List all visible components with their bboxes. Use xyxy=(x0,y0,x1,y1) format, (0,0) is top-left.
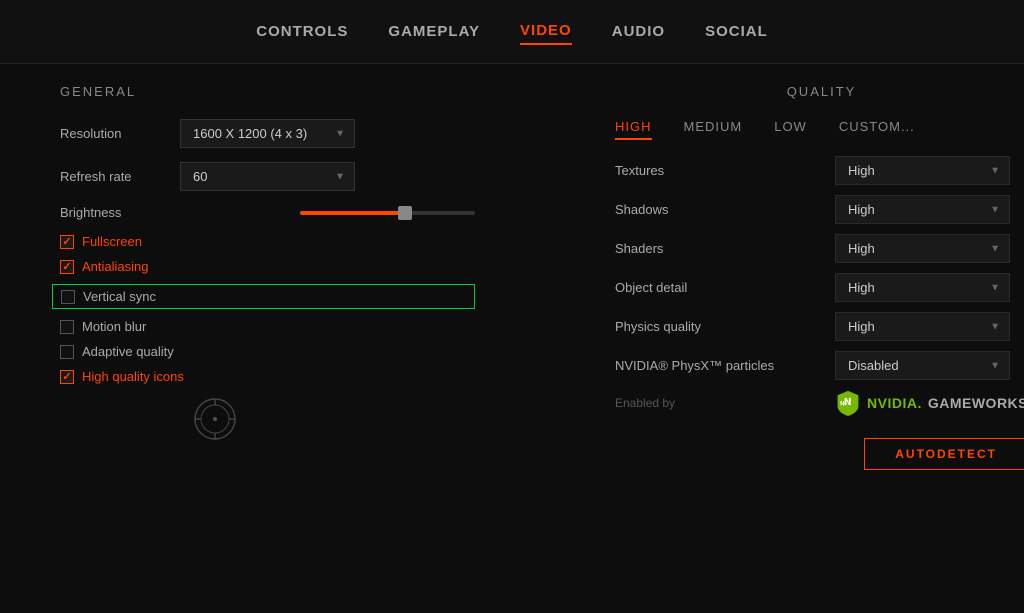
nav-item-gameplay[interactable]: GAMEPLAY xyxy=(388,19,480,44)
fullscreen-checkbox-row[interactable]: ✓ Fullscreen xyxy=(60,234,475,249)
nvidia-physx-dropdown-wrapper: DisabledEnabled ▼ xyxy=(835,351,1010,380)
object-detail-row: Object detail HighMediumLow ▼ xyxy=(615,273,1024,302)
fullscreen-checkbox[interactable]: ✓ xyxy=(60,235,74,249)
svg-text:N: N xyxy=(840,402,844,408)
nav-item-controls[interactable]: CONTROLS xyxy=(256,19,348,44)
high-quality-icons-checkbox[interactable]: ✓ xyxy=(60,370,74,384)
object-detail-dropdown[interactable]: HighMediumLow xyxy=(835,273,1010,302)
physics-quality-label: Physics quality xyxy=(615,319,835,334)
shaders-row: Shaders HighMediumLow ▼ xyxy=(615,234,1024,263)
fullscreen-label: Fullscreen xyxy=(82,234,142,249)
physics-quality-dropdown-wrapper: HighMediumLow ▼ xyxy=(835,312,1010,341)
shaders-dropdown[interactable]: HighMediumLow xyxy=(835,234,1010,263)
main-content: GENERAL Resolution 1600 X 1200 (4 x 3) 1… xyxy=(0,64,1024,613)
motion-blur-label: Motion blur xyxy=(82,319,146,334)
textures-dropdown-wrapper: HighMediumLow ▼ xyxy=(835,156,1010,185)
resolution-dropdown-wrapper: 1600 X 1200 (4 x 3) 1920 X 1080 (16 x 9)… xyxy=(180,119,355,148)
high-quality-icons-check-icon: ✓ xyxy=(62,370,71,383)
brightness-fill xyxy=(300,211,405,215)
resolution-row: Resolution 1600 X 1200 (4 x 3) 1920 X 10… xyxy=(60,119,475,148)
refresh-rate-row: Refresh rate 60 120 144 ▼ xyxy=(60,162,475,191)
object-detail-dropdown-wrapper: HighMediumLow ▼ xyxy=(835,273,1010,302)
physics-quality-row: Physics quality HighMediumLow ▼ xyxy=(615,312,1024,341)
vertical-sync-checkbox-row[interactable]: Vertical sync xyxy=(52,284,475,309)
autodetect-button[interactable]: AUTODETECT xyxy=(864,438,1024,470)
antialiasing-label: Antialiasing xyxy=(82,259,149,274)
enabled-by-label: Enabled by xyxy=(615,396,835,410)
brightness-row: Brightness xyxy=(60,205,475,220)
shadows-dropdown-wrapper: HighMediumLow ▼ xyxy=(835,195,1010,224)
nvidia-physx-row: NVIDIA® PhysX™ particles DisabledEnabled… xyxy=(615,351,1024,380)
top-navigation: CONTROLS GAMEPLAY VIDEO AUDIO SOCIAL xyxy=(0,0,1024,64)
shaders-dropdown-wrapper: HighMediumLow ▼ xyxy=(835,234,1010,263)
high-quality-icons-label: High quality icons xyxy=(82,369,184,384)
crosshair-icon xyxy=(190,394,475,447)
shadows-row: Shadows HighMediumLow ▼ xyxy=(615,195,1024,224)
general-title: GENERAL xyxy=(60,84,475,99)
vertical-sync-label: Vertical sync xyxy=(83,289,156,304)
adaptive-quality-checkbox-row[interactable]: Adaptive quality xyxy=(60,344,475,359)
antialiasing-check-icon: ✓ xyxy=(62,260,71,273)
antialiasing-checkbox[interactable]: ✓ xyxy=(60,260,74,274)
refresh-rate-dropdown[interactable]: 60 120 144 xyxy=(180,162,355,191)
brightness-thumb[interactable] xyxy=(398,206,412,220)
nvidia-logo: N NVIDIA. GAMEWORKS xyxy=(835,390,1024,416)
nvidia-physx-label: NVIDIA® PhysX™ particles xyxy=(615,358,835,373)
fullscreen-check-icon: ✓ xyxy=(62,235,71,248)
nvidia-physx-dropdown[interactable]: DisabledEnabled xyxy=(835,351,1010,380)
quality-tab-medium[interactable]: MEDIUM xyxy=(684,119,743,140)
object-detail-label: Object detail xyxy=(615,280,835,295)
general-panel: GENERAL Resolution 1600 X 1200 (4 x 3) 1… xyxy=(60,84,475,593)
adaptive-quality-checkbox[interactable] xyxy=(60,345,74,359)
quality-tab-custom[interactable]: CUSTOM... xyxy=(839,119,915,140)
refresh-rate-label: Refresh rate xyxy=(60,169,180,184)
textures-dropdown[interactable]: HighMediumLow xyxy=(835,156,1010,185)
brightness-slider[interactable] xyxy=(300,211,475,215)
quality-tabs: HIGH MEDIUM LOW CUSTOM... xyxy=(615,119,1024,140)
nav-item-video[interactable]: VIDEO xyxy=(520,18,572,45)
nav-item-audio[interactable]: AUDIO xyxy=(612,19,665,44)
resolution-dropdown[interactable]: 1600 X 1200 (4 x 3) 1920 X 1080 (16 x 9)… xyxy=(180,119,355,148)
physics-quality-dropdown[interactable]: HighMediumLow xyxy=(835,312,1010,341)
shadows-label: Shadows xyxy=(615,202,835,217)
textures-row: Textures HighMediumLow ▼ xyxy=(615,156,1024,185)
adaptive-quality-label: Adaptive quality xyxy=(82,344,174,359)
gameworks-brand-text: GAMEWORKS xyxy=(928,395,1024,411)
motion-blur-checkbox[interactable] xyxy=(60,320,74,334)
high-quality-icons-checkbox-row[interactable]: ✓ High quality icons xyxy=(60,369,475,384)
textures-label: Textures xyxy=(615,163,835,178)
quality-panel: QUALITY HIGH MEDIUM LOW CUSTOM... Textur… xyxy=(615,84,1024,593)
brightness-label: Brightness xyxy=(60,205,180,220)
nvidia-shield-icon: N xyxy=(835,390,861,416)
refresh-rate-dropdown-wrapper: 60 120 144 ▼ xyxy=(180,162,355,191)
shaders-label: Shaders xyxy=(615,241,835,256)
quality-title: QUALITY xyxy=(615,84,1024,99)
shadows-dropdown[interactable]: HighMediumLow xyxy=(835,195,1010,224)
nvidia-gameworks-row: Enabled by N NVIDIA. GAMEWORKS xyxy=(615,390,1024,416)
nav-item-social[interactable]: SOCIAL xyxy=(705,19,768,44)
quality-tab-low[interactable]: LOW xyxy=(774,119,807,140)
antialiasing-checkbox-row[interactable]: ✓ Antialiasing xyxy=(60,259,475,274)
nvidia-brand-text: NVIDIA. xyxy=(867,395,922,411)
resolution-label: Resolution xyxy=(60,126,180,141)
motion-blur-checkbox-row[interactable]: Motion blur xyxy=(60,319,475,334)
quality-tab-high[interactable]: HIGH xyxy=(615,119,652,140)
vertical-sync-checkbox[interactable] xyxy=(61,290,75,304)
